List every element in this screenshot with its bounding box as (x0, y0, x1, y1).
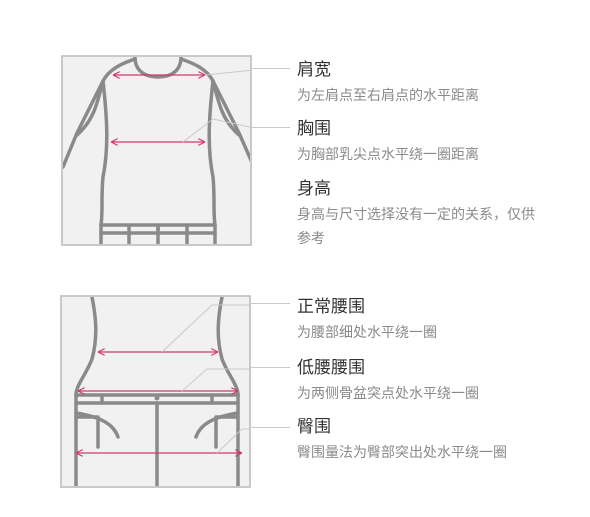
natural-waist-desc: 为腰部细处水平绕一圈 (297, 325, 437, 341)
low-waist-label: 低腰腰围 为两侧骨盆突点处水平绕一圈 (297, 357, 537, 406)
pants-icon (74, 297, 249, 486)
tshirt-icon (63, 57, 250, 244)
natural-waist-leader-line (251, 303, 290, 304)
height-title: 身高 (297, 179, 331, 199)
hip-leader-line (251, 427, 290, 428)
shoulder-width-title: 肩宽 (297, 60, 331, 80)
low-waist-desc: 为两侧骨盆突点处水平绕一圈 (297, 386, 479, 402)
natural-waist-label: 正常腰围 为腰部细处水平绕一圈 (297, 296, 537, 345)
low-waist-title: 低腰腰围 (297, 358, 365, 378)
hip-desc: 臀围量法为臀部突出处水平绕一圈 (297, 445, 507, 461)
low-waist-leader-line (251, 367, 290, 368)
chest-leader-line (252, 127, 290, 128)
shoulder-width-label: 肩宽 为左肩点至右肩点的水平距离 (297, 59, 537, 108)
shoulder-width-desc: 为左肩点至右肩点的水平距离 (297, 88, 479, 104)
height-desc: 身高与尺寸选择没有一定的关系，仅供参考 (297, 207, 535, 247)
height-label: 身高 身高与尺寸选择没有一定的关系，仅供参考 (297, 178, 535, 251)
natural-waist-title: 正常腰围 (297, 297, 365, 317)
shirt-measure-panel (61, 55, 252, 246)
shoulder-leader-line (252, 68, 290, 69)
pants-measure-panel (60, 295, 251, 488)
chest-desc: 为胸部乳尖点水平绕一圈距离 (297, 147, 479, 163)
hip-title: 臀围 (297, 417, 331, 437)
chest-label: 胸围 为胸部乳尖点水平绕一圈距离 (297, 118, 537, 167)
hip-label: 臀围 臀围量法为臀部突出处水平绕一圈 (297, 416, 535, 465)
chest-title: 胸围 (297, 119, 331, 139)
